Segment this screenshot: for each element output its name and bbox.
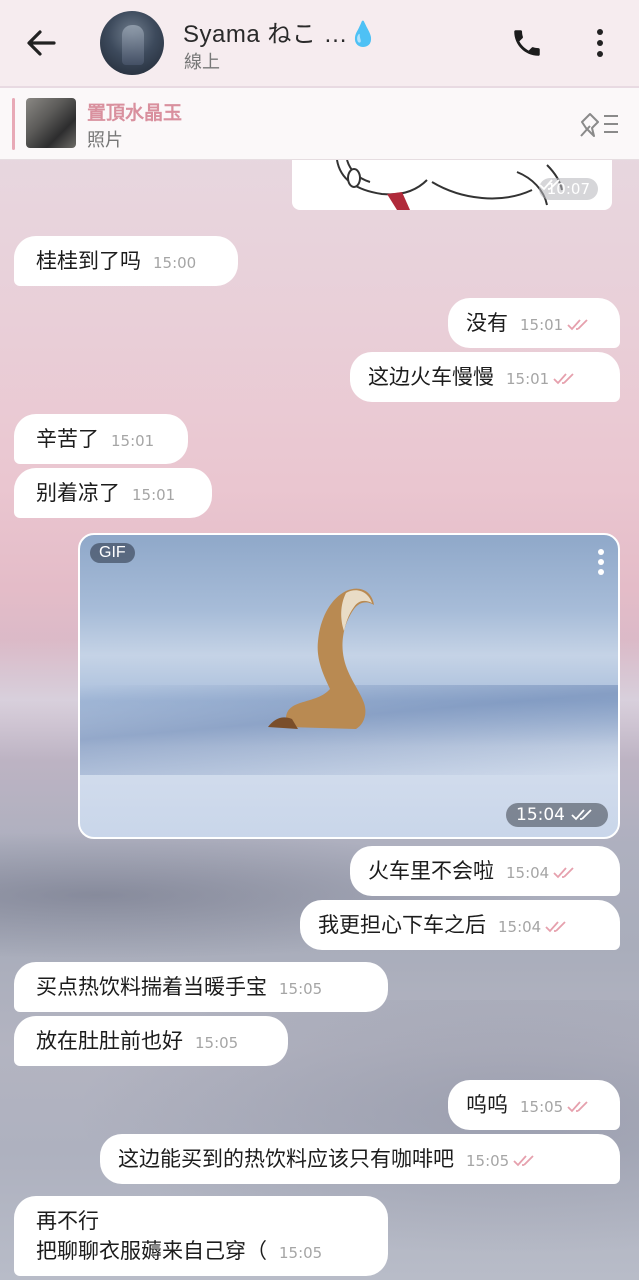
message-text: 别着凉了 bbox=[36, 481, 120, 505]
message-time: 15:04 bbox=[506, 864, 550, 882]
gif-time-text: 15:04 bbox=[516, 805, 565, 825]
message-bubble-incoming[interactable]: 放在肚肚前也好 15:05 bbox=[14, 1016, 288, 1066]
message-bubble-outgoing[interactable]: 没有 15:01 bbox=[448, 298, 620, 348]
fox-in-snow-image bbox=[268, 588, 374, 729]
message-bubble-outgoing[interactable]: 火车里不会啦 15:04 bbox=[350, 846, 620, 896]
contact-name[interactable]: Syama ねこ …💧 bbox=[183, 14, 378, 49]
more-options-icon[interactable] bbox=[590, 26, 610, 60]
message-time: 15:05 bbox=[466, 1152, 510, 1170]
message-text: 这边能买到的热饮料应该只有咖啡吧 bbox=[118, 1147, 454, 1171]
message-bubble-incoming[interactable]: 别着凉了 15:01 bbox=[14, 468, 212, 518]
back-arrow-icon[interactable] bbox=[24, 28, 58, 58]
message-text: 我更担心下车之后 bbox=[318, 913, 486, 937]
message-time: 15:05 bbox=[279, 980, 323, 998]
message-time-wrap: 15:04 bbox=[498, 912, 571, 942]
pinned-thumbnail bbox=[26, 98, 76, 148]
message-time: 15:05 bbox=[279, 1244, 323, 1262]
pinned-title: 置頂水晶玉 bbox=[87, 102, 183, 124]
sticker-message[interactable]: 10:07 bbox=[292, 160, 612, 210]
message-time-wrap: 15:01 bbox=[506, 364, 579, 394]
message-text: 呜呜 bbox=[466, 1093, 508, 1117]
message-lines: 再不行 把聊聊衣服薅来自己穿（ bbox=[36, 1206, 267, 1266]
message-time: 15:01 bbox=[132, 486, 176, 504]
chat-header: Syama ねこ …💧 線上 bbox=[0, 0, 639, 86]
message-text: 没有 bbox=[466, 311, 508, 335]
message-time-wrap: 15:05 bbox=[466, 1146, 539, 1176]
pinned-accent-bar bbox=[12, 98, 15, 150]
message-text: 放在肚肚前也好 bbox=[36, 1029, 183, 1053]
message-bubble-outgoing[interactable]: 我更担心下车之后 15:04 bbox=[300, 900, 620, 950]
read-check-icon bbox=[567, 1101, 588, 1113]
message-text: 再不行 bbox=[36, 1209, 99, 1233]
double-check-icon bbox=[539, 179, 560, 191]
gif-badge: GIF bbox=[90, 543, 135, 563]
read-check-icon bbox=[553, 867, 574, 879]
message-text: 这边火车慢慢 bbox=[368, 365, 494, 389]
pinned-message-bar[interactable]: 置頂水晶玉 照片 bbox=[0, 88, 639, 160]
message-text: 买点热饮料揣着当暖手宝 bbox=[36, 975, 267, 999]
avatar[interactable] bbox=[100, 11, 164, 75]
message-text: 把聊聊衣服薅来自己穿（ bbox=[36, 1239, 267, 1263]
message-bubble-outgoing[interactable]: 呜呜 15:05 bbox=[448, 1080, 620, 1130]
message-time: 15:01 bbox=[520, 316, 564, 334]
read-check-icon bbox=[567, 319, 588, 331]
message-time: 15:05 bbox=[195, 1034, 239, 1052]
message-time: 15:01 bbox=[111, 432, 155, 450]
sticker-timestamp: 10:07 bbox=[538, 178, 598, 200]
message-bubble-incoming[interactable]: 买点热饮料揣着当暖手宝 15:05 bbox=[14, 962, 388, 1012]
read-check-icon bbox=[545, 921, 566, 933]
gif-timestamp: 15:04 bbox=[506, 803, 608, 827]
double-check-icon bbox=[571, 809, 592, 821]
message-time: 15:05 bbox=[520, 1098, 564, 1116]
contact-status: 線上 bbox=[184, 52, 220, 73]
message-time: 15:00 bbox=[153, 254, 197, 272]
read-check-icon bbox=[513, 1155, 534, 1167]
message-bubble-outgoing[interactable]: 这边火车慢慢 15:01 bbox=[350, 352, 620, 402]
pinned-subtitle: 照片 bbox=[87, 130, 123, 151]
message-time-wrap: 15:04 bbox=[506, 858, 579, 888]
gif-message[interactable]: GIF 15:04 bbox=[78, 533, 620, 839]
phone-icon[interactable] bbox=[510, 26, 544, 60]
message-bubble-incoming[interactable]: 桂桂到了吗 15:00 bbox=[14, 236, 238, 286]
message-text: 火车里不会啦 bbox=[368, 859, 494, 883]
message-bubble-incoming[interactable]: 辛苦了 15:01 bbox=[14, 414, 188, 464]
message-time: 15:04 bbox=[498, 918, 542, 936]
message-bubble-outgoing[interactable]: 这边能买到的热饮料应该只有咖啡吧 15:05 bbox=[100, 1134, 620, 1184]
message-time-wrap: 15:05 bbox=[520, 1092, 593, 1122]
unpin-icon[interactable] bbox=[578, 108, 620, 140]
message-text: 辛苦了 bbox=[36, 427, 99, 451]
message-time-wrap: 15:01 bbox=[520, 310, 593, 340]
message-time: 15:01 bbox=[506, 370, 550, 388]
gif-more-icon[interactable] bbox=[596, 547, 606, 577]
message-bubble-incoming[interactable]: 再不行 把聊聊衣服薅来自己穿（ 15:05 bbox=[14, 1196, 388, 1276]
message-text: 桂桂到了吗 bbox=[36, 249, 141, 273]
read-check-icon bbox=[553, 373, 574, 385]
